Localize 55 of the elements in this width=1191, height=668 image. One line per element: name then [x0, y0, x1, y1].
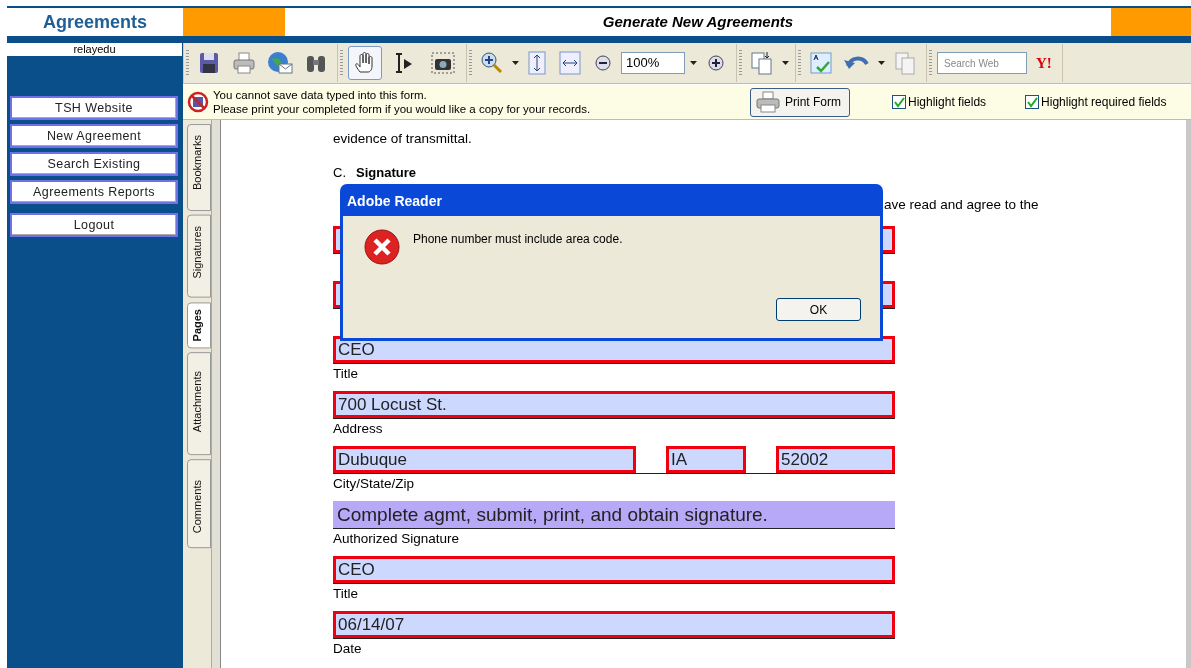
checkbox[interactable] [892, 95, 906, 109]
notice-text: You cannot save data typed into this form. [213, 88, 428, 102]
field-label: Authorized Signature [333, 530, 461, 548]
nav-button[interactable]: TSH Website [10, 96, 178, 120]
form-field[interactable]: CEO [333, 556, 895, 583]
nav-button[interactable]: Agreements Reports [10, 180, 178, 204]
checkbox-label: Highlight fields [908, 95, 987, 109]
body-text: evidence of transmittal. [333, 130, 473, 148]
field-label: Address [333, 420, 384, 438]
printer-icon [755, 91, 781, 113]
print-form-button[interactable]: Print Form [750, 87, 850, 117]
form-field[interactable]: 52002 [776, 446, 895, 473]
checkbox-label: Highlight required fields [1041, 95, 1167, 109]
email-globe-icon[interactable] [266, 50, 294, 76]
side-tab[interactable]: Signatures [187, 215, 211, 298]
form-field[interactable]: Complete agmt, submit, print, and obtain signature. [333, 501, 895, 528]
print-icon[interactable] [231, 50, 257, 76]
check-icon [893, 96, 905, 108]
field-label: Title [333, 365, 359, 383]
camera-icon[interactable] [430, 50, 456, 76]
spellcheck-icon[interactable] [808, 50, 834, 76]
section-letter: C. [333, 165, 346, 180]
ok-button[interactable]: OK [776, 298, 861, 321]
field-label: Date [333, 640, 363, 658]
form-field[interactable]: IA [666, 446, 746, 473]
dialog-title: Adobe Reader [346, 192, 443, 211]
side-tab[interactable]: Attachments [187, 352, 211, 456]
check-icon [1026, 96, 1038, 108]
zoom-field[interactable]: 100% [621, 52, 685, 74]
page-title: Generate New Agreements [601, 12, 795, 32]
zoom-in-icon[interactable] [479, 50, 505, 76]
side-tab[interactable]: Bookmarks [187, 124, 211, 212]
nav-button[interactable]: New Agreement [10, 124, 178, 148]
form-field[interactable]: Dubuque [333, 446, 636, 473]
nav-button[interactable]: Search Existing [10, 152, 178, 176]
search-field[interactable]: Search Web [937, 52, 1027, 74]
side-tab[interactable]: Comments [187, 459, 211, 549]
notice-text: Please print your completed form if you would like a copy for your records. [213, 102, 592, 116]
dialog-message: Phone number must include area code. [413, 232, 623, 246]
user-name: relayedu [7, 43, 182, 56]
app-title: Agreements [42, 11, 147, 33]
body-text: ave read and agree to the [884, 196, 1039, 214]
section-title: Signature [356, 165, 416, 180]
form-field[interactable]: 700 Locust St. [333, 391, 895, 418]
error-icon [363, 228, 401, 266]
checkbox[interactable] [1025, 95, 1040, 109]
form-field[interactable]: 06/14/07 [333, 611, 895, 638]
nav-button[interactable]: Logout [10, 213, 178, 237]
search-logo[interactable]: Y! [1032, 54, 1056, 72]
pages-icon[interactable] [749, 50, 775, 76]
field-label: City/State/Zip [333, 475, 416, 493]
fit-page-icon[interactable] [526, 50, 548, 76]
field-label: Title [333, 585, 359, 603]
side-tab[interactable]: Pages [187, 301, 211, 349]
no-save-icon [187, 91, 209, 113]
